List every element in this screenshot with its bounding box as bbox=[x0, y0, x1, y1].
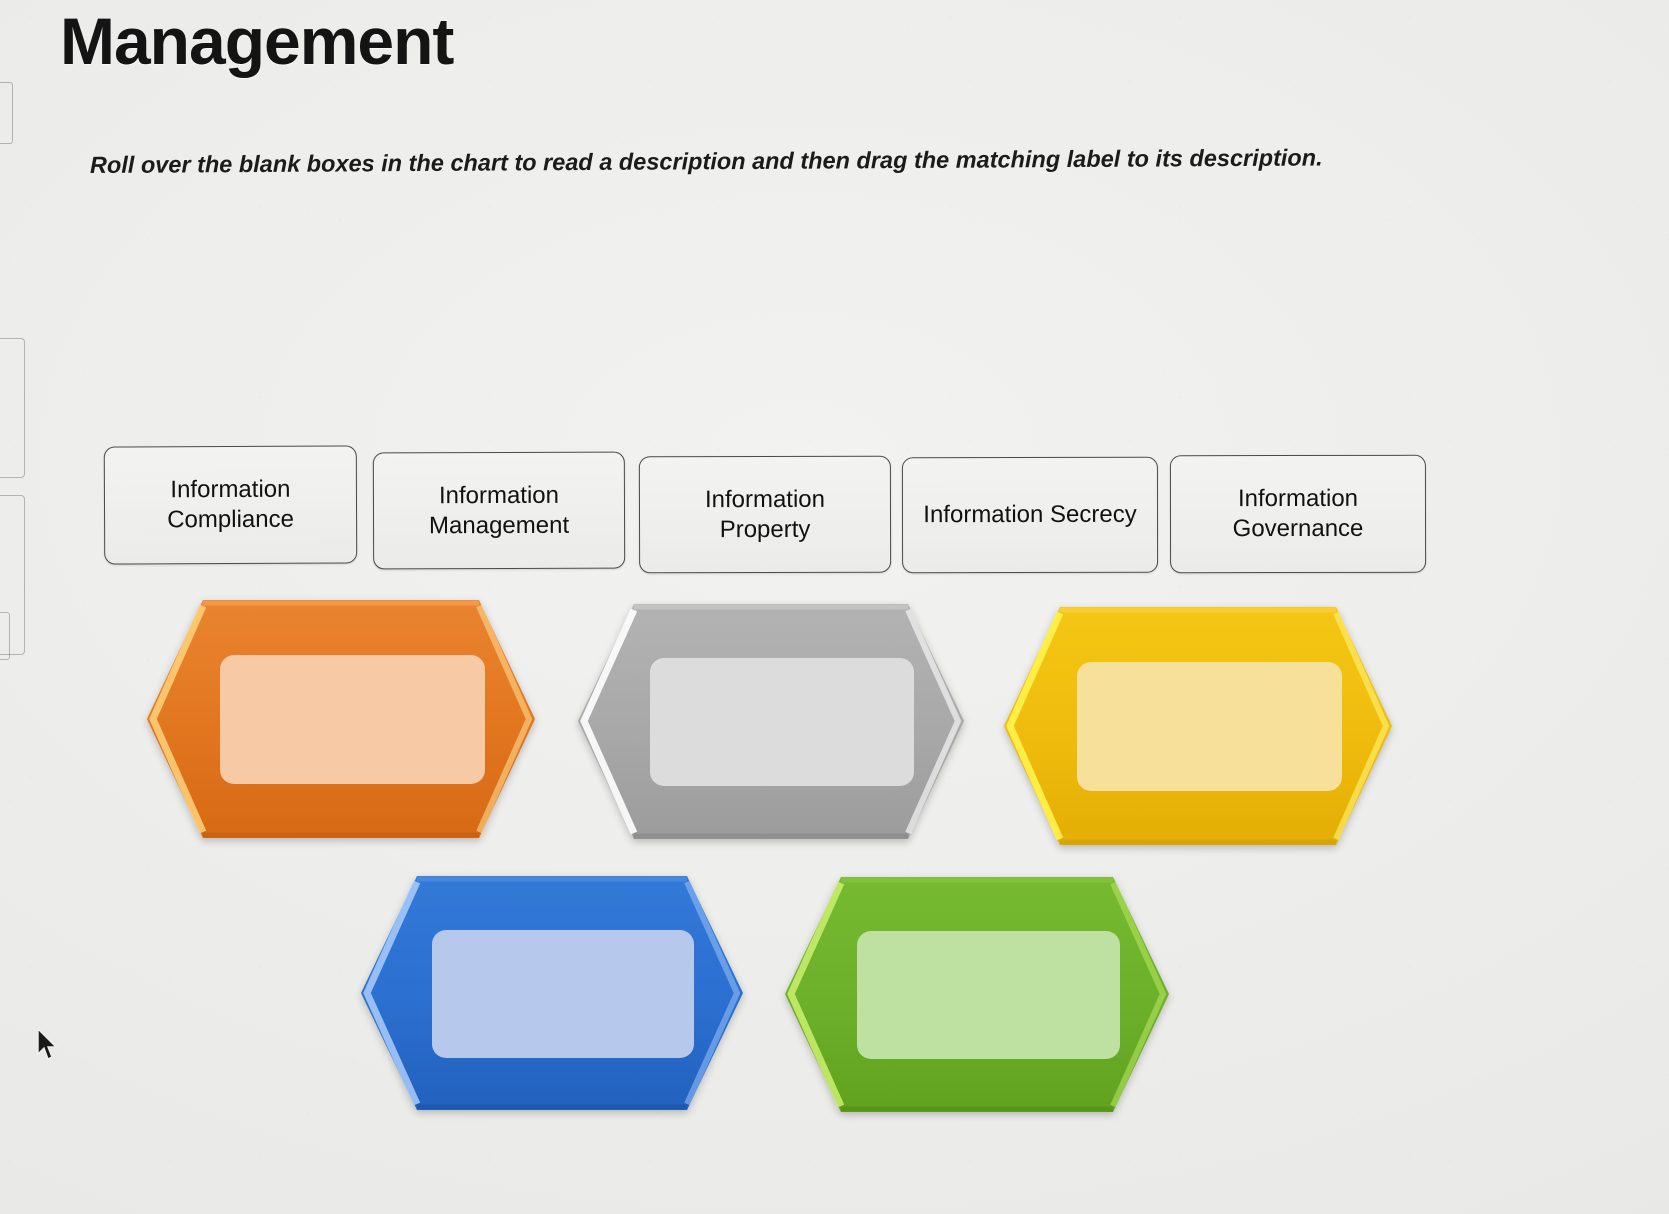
drop-zone-hex-blue[interactable] bbox=[357, 872, 747, 1114]
drop-zone-hex-gray[interactable] bbox=[574, 600, 968, 843]
hexagon-yellow-icon bbox=[1004, 607, 1392, 845]
hexagon-blue-icon bbox=[361, 876, 743, 1110]
hexagon-orange-icon bbox=[147, 600, 535, 838]
drop-zone-hex-yellow[interactable] bbox=[1000, 603, 1396, 849]
hexagon-green-icon bbox=[785, 877, 1169, 1112]
drop-zone-hex-green[interactable] bbox=[781, 873, 1173, 1116]
screen-surface: Management Roll over the blank boxes in … bbox=[0, 0, 1669, 1214]
hexagon-chart bbox=[0, 0, 1669, 1214]
drop-zone-hex-orange[interactable] bbox=[143, 596, 539, 842]
hexagon-gray-icon bbox=[578, 604, 964, 839]
